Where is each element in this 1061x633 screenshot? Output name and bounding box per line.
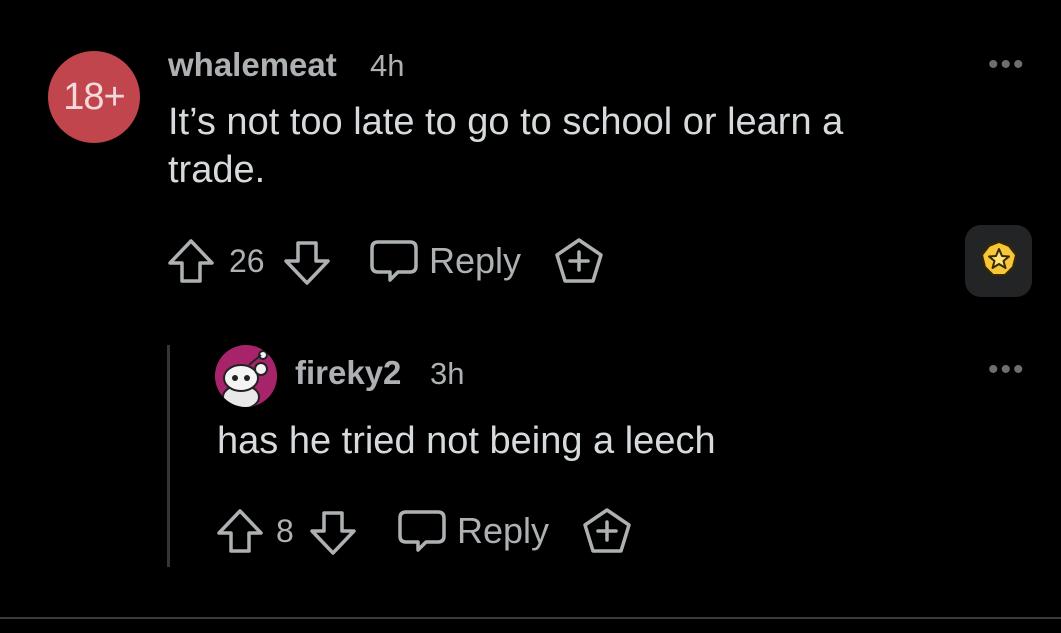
- reply-avatar[interactable]: [215, 345, 277, 407]
- award-star-icon: [979, 240, 1019, 283]
- downvote-icon[interactable]: [282, 240, 332, 286]
- upvote-icon[interactable]: [166, 238, 216, 284]
- comment-body: It’s not too late to go to school or lea…: [168, 101, 844, 191]
- award-button[interactable]: [965, 225, 1032, 297]
- comment-more-options-icon[interactable]: •••: [988, 50, 1026, 80]
- reply-upvote-icon[interactable]: [215, 508, 265, 554]
- reply-button[interactable]: Reply: [429, 240, 521, 282]
- avatar-text: 18+: [63, 75, 125, 118]
- reply-downvote-icon[interactable]: [308, 510, 358, 556]
- reply-body: has he tried not being a leech: [217, 420, 716, 462]
- reply-timestamp: 3h: [430, 356, 465, 391]
- reply-vote-count: 8: [276, 513, 294, 549]
- reply-reply-button[interactable]: Reply: [457, 510, 549, 552]
- award-plus-icon[interactable]: [553, 236, 605, 286]
- bottom-divider: [0, 617, 1061, 619]
- reply-award-plus-icon[interactable]: [581, 506, 633, 556]
- reply-reply-icon[interactable]: [396, 508, 448, 554]
- reply-username[interactable]: fireky2: [295, 354, 401, 392]
- reply-icon[interactable]: [368, 238, 420, 284]
- comment-username[interactable]: whalemeat: [168, 46, 337, 84]
- avatar-18plus[interactable]: 18+: [48, 51, 140, 143]
- vote-count: 26: [229, 243, 265, 279]
- thread-line[interactable]: [167, 345, 170, 567]
- reply-more-options-icon[interactable]: •••: [988, 355, 1026, 385]
- snoo-avatar-icon: [215, 345, 277, 407]
- comment-timestamp: 4h: [370, 48, 405, 83]
